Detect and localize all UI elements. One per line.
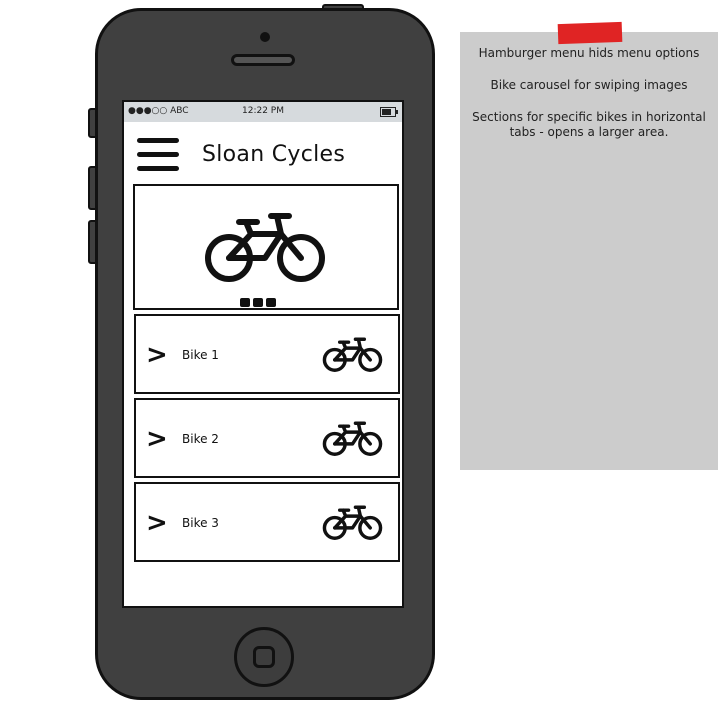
note-tape [557, 21, 623, 45]
camera-icon [260, 32, 270, 42]
hamburger-icon[interactable] [137, 138, 179, 172]
bike-tab-label: Bike 1 [182, 348, 219, 362]
carousel-dots[interactable] [240, 292, 279, 311]
status-time: 12:22 PM [242, 106, 284, 116]
bicycle-icon [322, 337, 383, 372]
bike-carousel[interactable] [133, 184, 399, 310]
app-title: Sloan Cycles [202, 142, 346, 167]
bike-tab-label: Bike 3 [182, 516, 219, 530]
carousel-dot[interactable] [240, 298, 250, 307]
home-button[interactable] [234, 627, 294, 687]
bike-tab-2[interactable]: > Bike 2 [134, 398, 400, 478]
chevron-right-icon: > [146, 424, 168, 454]
bike-tab-3[interactable]: > Bike 3 [134, 482, 400, 562]
note-line: Sections for specific bikes in horizonta… [472, 110, 706, 139]
home-square-icon [253, 646, 275, 668]
bike-tab-label: Bike 2 [182, 432, 219, 446]
chevron-right-icon: > [146, 340, 168, 370]
carousel-dot[interactable] [253, 298, 263, 307]
bicycle-icon [322, 421, 383, 456]
note-line: Hamburger menu hids menu options [478, 46, 700, 60]
bicycle-icon [322, 505, 383, 540]
annotation-note: Hamburger menu hids menu options Bike ca… [460, 32, 718, 470]
carousel-dot[interactable] [266, 298, 276, 307]
bike-tab-1[interactable]: > Bike 1 [134, 314, 400, 394]
battery-icon [380, 107, 398, 117]
chevron-right-icon: > [146, 508, 168, 538]
bicycle-icon [205, 213, 325, 282]
note-line: Bike carousel for swiping images [490, 78, 688, 92]
speaker-grille [231, 54, 295, 66]
status-bar: ●●●○○ ABC 12:22 PM [124, 102, 402, 122]
phone-screen: ●●●○○ ABC 12:22 PM Sloan Cycles > Bike 1 [122, 100, 404, 608]
